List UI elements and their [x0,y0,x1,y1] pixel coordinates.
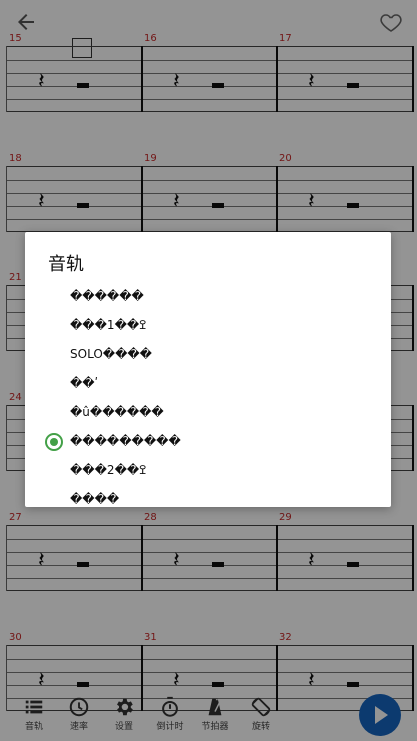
track-option-label: SOLO���� [70,347,152,361]
track-option[interactable]: ���� [25,485,391,507]
track-option[interactable]: �û������ [25,398,391,427]
track-option[interactable]: ���ߐ��2 [25,456,391,485]
track-option[interactable]: ������ [25,282,391,311]
track-option-label: ���ߐ��1 [70,318,147,332]
track-option-label: ���� [70,492,120,506]
track-option-label: ��ʹ [70,376,98,390]
track-option-label: �û������ [70,405,164,419]
track-option[interactable]: ��������� [25,427,391,456]
radio-selected-icon[interactable] [45,433,63,451]
radio-dot [50,438,58,446]
dialog-title: 音轨 [48,254,84,275]
track-option-label: ��������� [70,434,181,448]
track-option-label: ������ [70,289,144,303]
track-option[interactable]: ��ʹ [25,369,391,398]
track-option[interactable]: SOLO���� [25,340,391,369]
track-select-dialog: 音轨 ������ ���ߐ��1 SOLO���� ��ʹ �û������ �����… [25,232,391,507]
track-option-label: ���ߐ��2 [70,463,147,477]
track-option[interactable]: ���ߐ��1 [25,311,391,340]
